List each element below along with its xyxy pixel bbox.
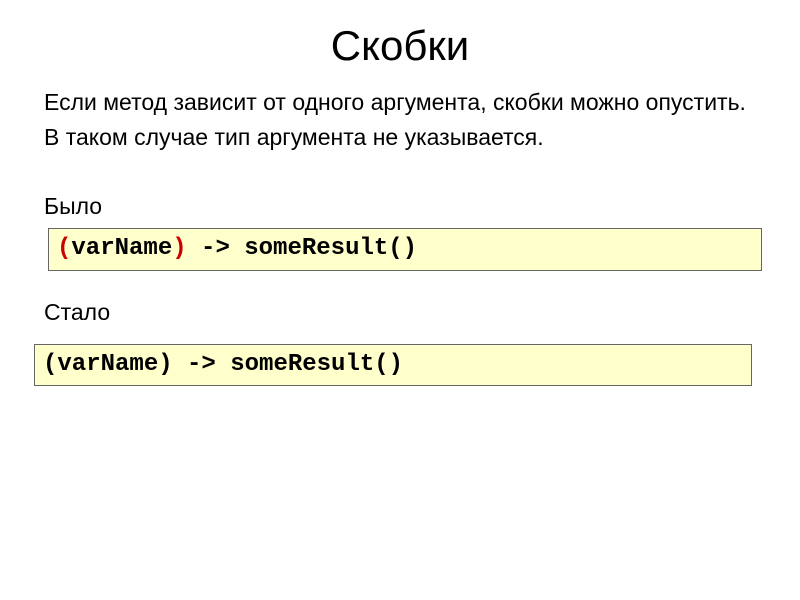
paren-close: ) [172,235,186,262]
slide-title: Скобки [0,0,800,88]
slide-body: Если метод зависит от одного аргумента, … [0,88,800,386]
spacer [44,334,756,344]
code-after: (varName) -> someResult() [34,344,752,387]
code-before: (varName) -> someResult() [48,228,762,271]
before-label: Было [44,193,756,220]
spacer [44,271,756,299]
slide: Скобки Если метод зависит от одного аргу… [0,0,800,600]
after-label: Стало [44,299,756,326]
paragraph-2: В таком случае тип аргумента не указывае… [44,123,756,152]
code-rest: -> someResult() [187,235,417,262]
spacer [44,159,756,193]
paragraph-1: Если метод зависит от одного аргумента, … [44,88,756,117]
paren-open: ( [57,235,71,262]
code-var: varName [71,235,172,262]
